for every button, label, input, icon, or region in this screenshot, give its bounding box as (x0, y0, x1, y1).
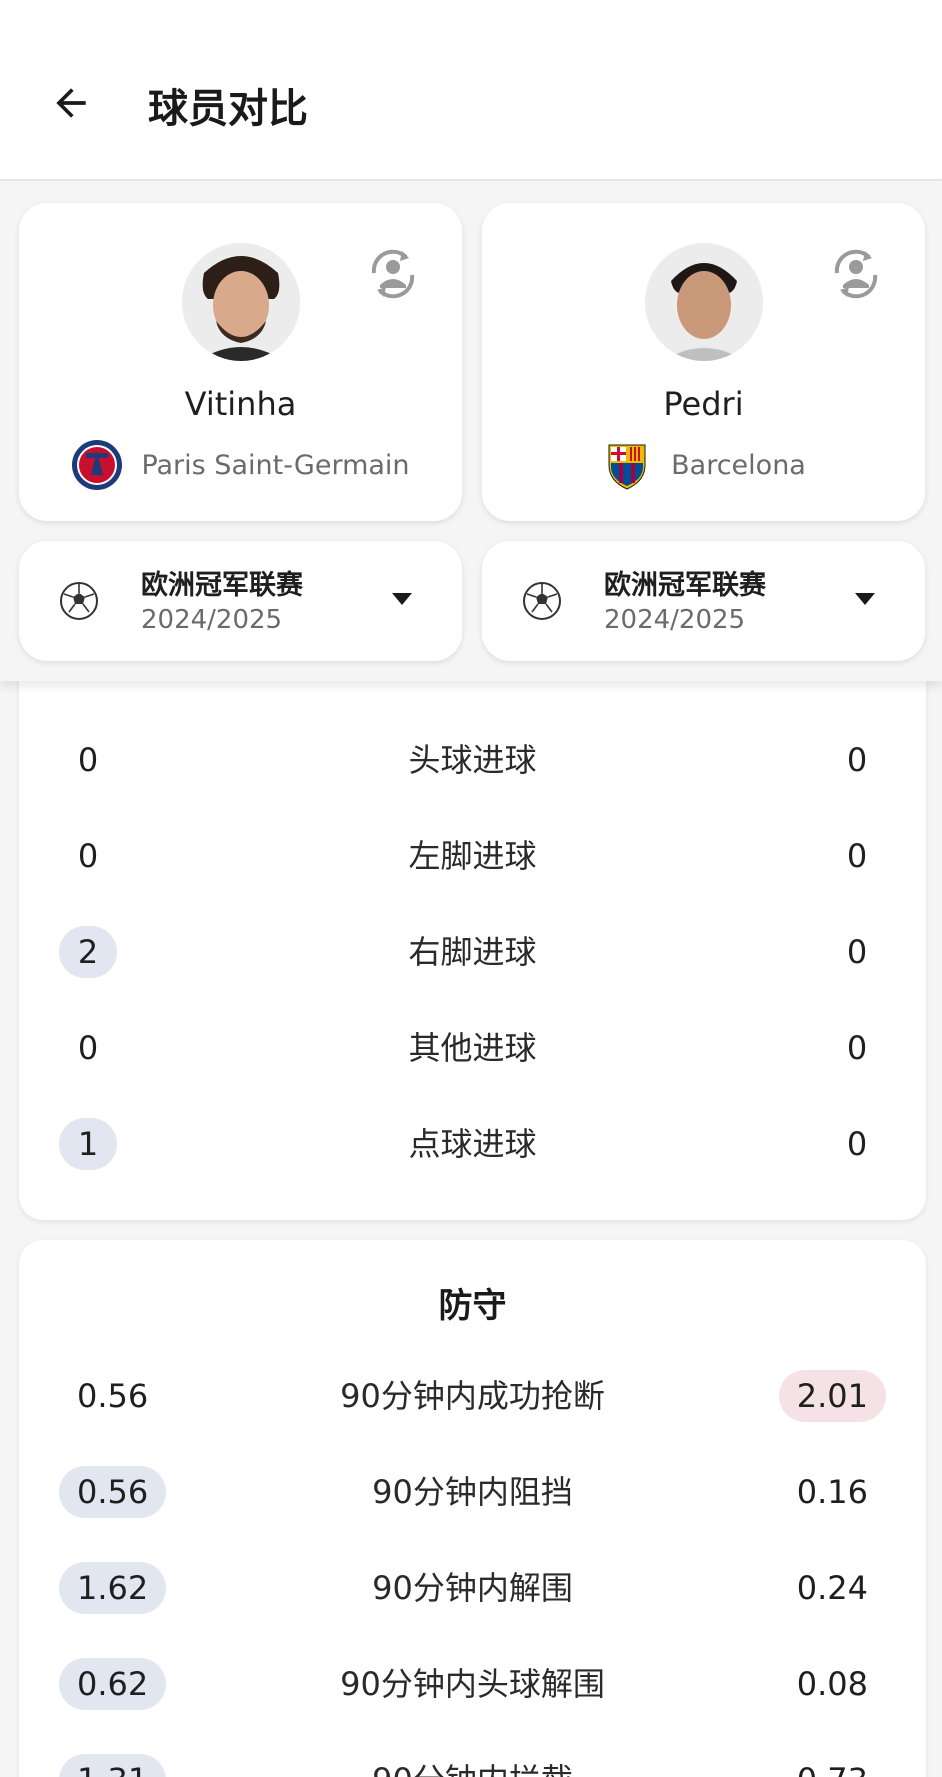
stat-label: 90分钟内成功抢断 (340, 1377, 605, 1415)
player-avatar (182, 243, 300, 361)
league-season: 2024/2025 (604, 605, 746, 635)
stat-value-right: 0.73 (779, 1754, 886, 1777)
stat-label: 90分钟内阻挡 (372, 1473, 573, 1511)
team-name: Paris Saint-Germain (141, 449, 410, 481)
stat-row: 1.62 90分钟内解围 0.24 (19, 1558, 926, 1618)
player-name: Vitinha (184, 385, 297, 423)
player-name: Pedri (663, 385, 744, 423)
stat-value-right: 0.08 (796, 1665, 868, 1703)
stat-label: 90分钟内拦截 (189, 1754, 756, 1777)
caret-down-icon (855, 593, 875, 605)
page-title: 球员对比 (148, 86, 308, 132)
stat-label: 点球进球 (408, 1125, 537, 1163)
league-name: 欧洲冠军联赛 (604, 570, 766, 601)
stat-row: 2 右脚进球 0 (19, 922, 926, 982)
swap-player-button[interactable] (360, 241, 426, 307)
stat-value-left: 0.62 (59, 1658, 167, 1710)
defense-stats-card: 防守 0.56 90分钟内成功抢断 2.01 0.56 90分钟内阻挡 0.16… (19, 1240, 926, 1777)
league-selector-left[interactable]: 欧洲冠军联赛 2024/2025 (19, 541, 462, 661)
player-card-left[interactable]: Vitinha Paris Saint-Germain (19, 203, 462, 521)
stat-row: 0 头球进球 0 (19, 730, 926, 790)
league-season: 2024/2025 (141, 605, 283, 635)
stat-value-left: 1.62 (59, 1562, 167, 1614)
stat-value-right: 0 (846, 741, 868, 779)
stat-row: 0.56 90分钟内阻挡 0.16 (19, 1462, 926, 1522)
stat-label: 左脚进球 (408, 837, 537, 875)
stat-label: 右脚进球 (408, 933, 537, 971)
stat-value-left: 0.56 (77, 1377, 149, 1415)
stat-row: 0.56 90分钟内成功抢断 2.01 (19, 1366, 926, 1426)
stat-value-right: 0 (846, 933, 868, 971)
caret-down-icon (392, 593, 412, 605)
league-name: 欧洲冠军联赛 (141, 570, 303, 601)
stat-value-right: 0 (846, 837, 868, 875)
player-photo-icon (182, 243, 300, 361)
team-name: Barcelona (671, 449, 806, 481)
stat-label: 90分钟内解围 (372, 1569, 573, 1607)
stat-value-right: 2.01 (778, 1370, 886, 1422)
swap-person-icon (371, 249, 415, 299)
stat-row: 1.31 90分钟内拦截 0.73 (19, 1750, 926, 1777)
stat-value-left: 0 (77, 1029, 99, 1067)
stat-value-right: 0 (846, 1029, 868, 1067)
back-button[interactable] (40, 72, 102, 134)
stat-value-right: 0.24 (796, 1569, 868, 1607)
stat-value-right: 0.16 (796, 1473, 868, 1511)
player-photo-icon (645, 243, 763, 361)
player-avatar (645, 243, 763, 361)
stat-label: 其他进球 (408, 1029, 537, 1067)
stat-value-left: 1 (59, 1118, 117, 1170)
stat-row: 1 点球进球 0 (19, 1114, 926, 1174)
app-bar: 球员对比 (0, 0, 942, 181)
stat-value-left: 2 (59, 926, 117, 978)
stat-value-left: 1.31 (59, 1754, 167, 1777)
swap-person-icon (834, 249, 878, 299)
psg-crest-icon (72, 440, 123, 490)
comparison-header: Vitinha Paris Saint-Germain Pedri Barcel… (0, 183, 942, 681)
stat-row: 0.62 90分钟内头球解围 0.08 (19, 1654, 926, 1714)
soccer-ball-icon (523, 582, 561, 620)
stat-row: 0 左脚进球 0 (19, 826, 926, 886)
stat-label: 90分钟内头球解围 (340, 1665, 605, 1703)
arrow-left-icon (56, 88, 86, 118)
stat-label: 头球进球 (408, 741, 537, 779)
soccer-ball-icon (60, 582, 98, 620)
team-row: Paris Saint-Germain (19, 439, 462, 491)
swap-player-button[interactable] (823, 241, 889, 307)
player-card-right[interactable]: Pedri Barcelona (482, 203, 925, 521)
stat-value-right: 0 (846, 1125, 868, 1163)
team-row: Barcelona (482, 439, 925, 491)
section-title: 防守 (438, 1286, 507, 1326)
barcelona-crest-icon (608, 444, 646, 490)
league-selector-right[interactable]: 欧洲冠军联赛 2024/2025 (482, 541, 925, 661)
stat-row: 0 其他进球 0 (19, 1018, 926, 1078)
stat-value-left: 0.56 (59, 1466, 167, 1518)
stat-value-left: 0 (77, 837, 99, 875)
stat-value-left: 0 (77, 741, 99, 779)
